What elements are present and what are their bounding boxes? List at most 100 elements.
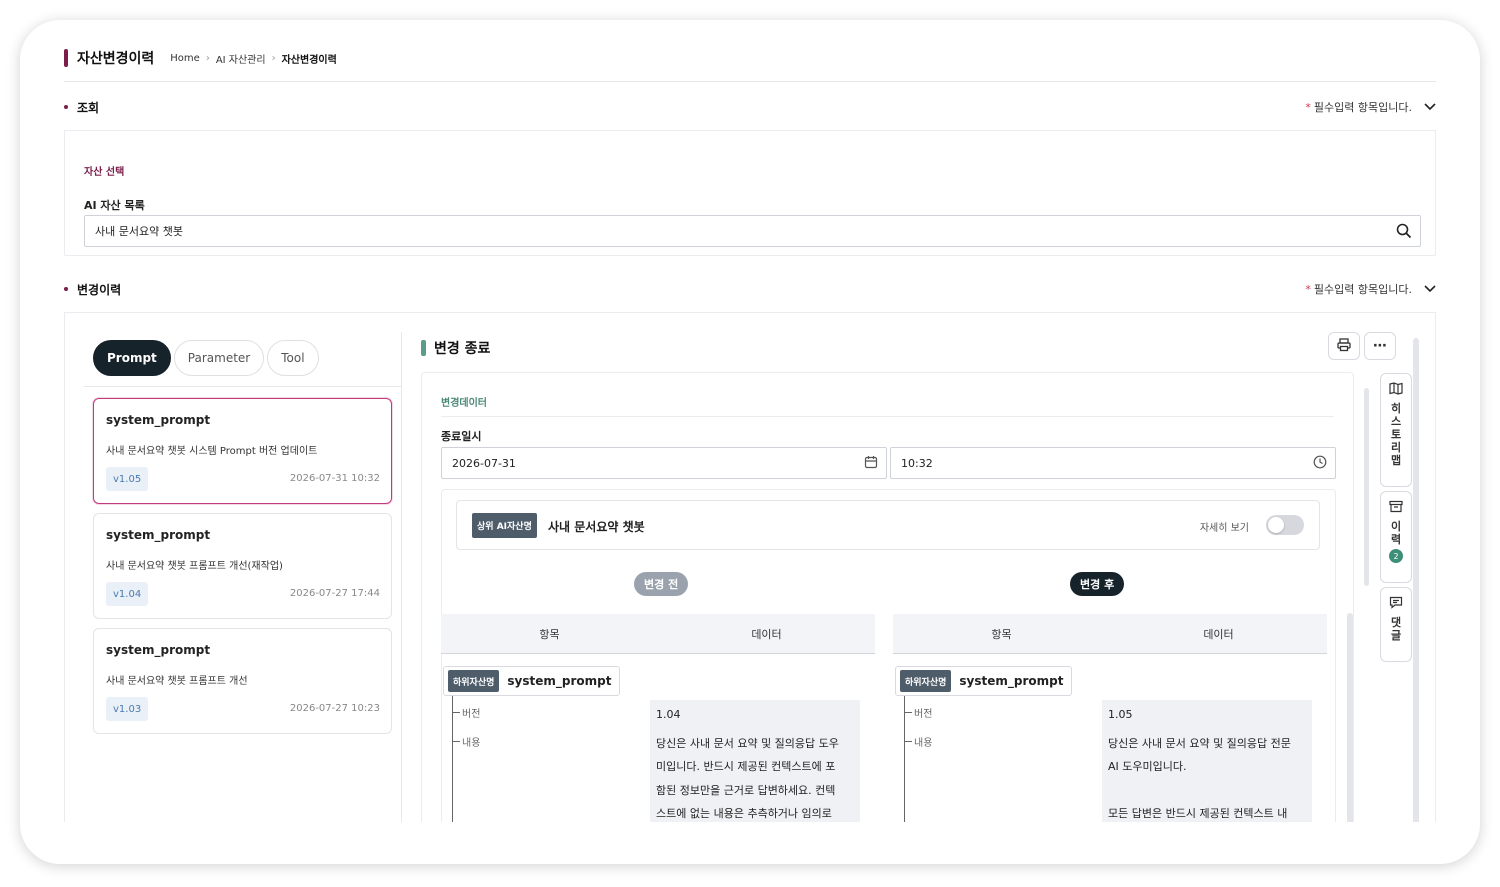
page-title: 자산변경이력: [77, 51, 155, 67]
chevron-down-icon[interactable]: [1424, 283, 1436, 296]
clock-icon[interactable]: [1313, 455, 1327, 472]
tree-line: [904, 696, 905, 822]
printer-icon: [1337, 337, 1351, 355]
card-date: 2026-07-27 17:44: [289, 588, 380, 599]
breadcrumb: Home › AI 자산관리 › 자산변경이력: [170, 51, 337, 66]
side-tab-label: 이 력: [1390, 520, 1402, 546]
header-divider: [64, 81, 1436, 82]
tree-branch: [904, 712, 912, 713]
map-icon: [1389, 382, 1403, 398]
history-card[interactable]: system_prompt 사내 문서요약 챗봇 프롬프트 개선(재작업) v1…: [93, 513, 392, 619]
before-content-line: 함된 정보만을 근거로 답변하세요. 컨텍: [656, 784, 836, 797]
calendar-icon[interactable]: [864, 455, 878, 472]
after-version: 1.05: [1108, 708, 1133, 721]
side-tab-history[interactable]: 이 력 2: [1380, 491, 1412, 583]
chevron-right-icon: ›: [205, 52, 210, 64]
after-child-asset: 하위자산명 system_prompt: [895, 666, 1073, 696]
detail-toggle-label: 자세히 보기: [1199, 523, 1249, 534]
app-frame: 자산변경이력 Home › AI 자산관리 › 자산변경이력 조회 * 필수입력…: [20, 20, 1480, 864]
archive-icon: [1389, 500, 1403, 516]
tab-tool[interactable]: Tool: [267, 340, 319, 376]
child-asset-tag: 하위자산명: [448, 670, 500, 692]
parent-asset-tag: 상위 AI자산명: [472, 513, 537, 538]
section-dot: [64, 287, 68, 291]
ai-asset-list-label: AI 자산 목록: [84, 199, 145, 212]
change-data-box: 변경데이터 종료일시 2026-07-31 10:32 상위 AI자산명 사내 …: [421, 372, 1354, 822]
card-date: 2026-07-31 10:32: [289, 473, 380, 484]
history-card[interactable]: system_prompt 사내 문서요약 챗봇 시스템 Prompt 버전 업…: [93, 398, 392, 504]
before-child-asset: 하위자산명 system_prompt: [443, 666, 621, 696]
tree-branch: [452, 712, 460, 713]
panel-scrollbar[interactable]: [1364, 388, 1369, 586]
table-scrollbar[interactable]: [1347, 613, 1353, 822]
child-asset-tag: 하위자산명: [900, 670, 952, 692]
asset-search-input[interactable]: 사내 문서요약 챗봇: [84, 215, 1421, 247]
history-count-badge: 2: [1389, 549, 1403, 563]
detail-header: 변경 종료: [421, 338, 490, 358]
required-note: * 필수입력 항목입니다.: [1305, 281, 1436, 297]
print-button[interactable]: [1328, 332, 1360, 360]
card-date: 2026-07-27 10:23: [289, 703, 380, 714]
before-version: 1.04: [656, 708, 681, 721]
detail-toggle[interactable]: [1266, 515, 1304, 535]
end-time-input[interactable]: 10:32: [890, 447, 1336, 479]
version-badge: v1.04: [106, 582, 149, 606]
before-table-header: 항목 데이터: [441, 614, 875, 654]
side-tab-comment[interactable]: 댓 글: [1380, 587, 1412, 662]
tab-prompt[interactable]: Prompt: [93, 340, 171, 376]
page-header: 자산변경이력 Home › AI 자산관리 › 자산변경이력: [64, 48, 337, 68]
detail-title: 변경 종료: [434, 341, 491, 357]
title-accent-bar: [64, 49, 68, 67]
comment-icon: [1389, 596, 1403, 612]
page-scrollbar[interactable]: [1413, 338, 1419, 822]
end-date-input[interactable]: 2026-07-31: [441, 447, 887, 479]
search-section-header: 조회 * 필수입력 항목입니다.: [64, 99, 1436, 115]
tree-branch: [904, 741, 912, 742]
version-row-label: 버전: [462, 709, 481, 720]
toggle-knob: [1268, 517, 1284, 533]
tab-parameter[interactable]: Parameter: [173, 340, 265, 376]
history-card[interactable]: system_prompt 사내 문서요약 챗봇 프롬프트 개선 v1.03 2…: [93, 628, 392, 734]
tree-branch: [452, 741, 460, 742]
breadcrumb-ai-asset[interactable]: AI 자산관리: [216, 51, 266, 66]
after-pill: 변경 후: [1070, 572, 1125, 596]
content-row-label: 내용: [914, 738, 933, 749]
before-content-line: 당신은 사내 문서 요약 및 질의응답 도우: [656, 737, 839, 750]
side-tab-label: 히 스 토 리 맵: [1390, 402, 1402, 467]
divider: [441, 416, 1334, 417]
after-content-line: 모든 답변은 반드시 제공된 컨텍스트 내: [1108, 807, 1288, 820]
before-pill: 변경 전: [634, 572, 689, 596]
search-section-title: 조회: [77, 100, 100, 115]
chevron-down-icon[interactable]: [1424, 101, 1436, 114]
history-section-header: 변경이력 * 필수입력 항목입니다.: [64, 281, 1436, 297]
chevron-right-icon: ›: [271, 52, 276, 64]
more-icon: ⋯: [1373, 338, 1387, 354]
before-content-line: 스트에 없는 내용은 추측하거나 임의로: [656, 807, 832, 820]
search-icon[interactable]: [1396, 223, 1412, 242]
version-badge: v1.03: [106, 697, 149, 721]
breadcrumb-current: 자산변경이력: [281, 54, 337, 66]
tree-line: [452, 696, 453, 822]
panel-divider: [401, 332, 402, 822]
section-dot: [64, 105, 68, 109]
side-tab-label: 댓 글: [1390, 616, 1402, 642]
before-content-line: 미입니다. 반드시 제공된 컨텍스트에 포: [656, 760, 836, 773]
parent-asset-name: 사내 문서요약 챗봇: [548, 520, 645, 534]
asset-select-label: 자산 선택: [84, 167, 125, 178]
tabs-divider: [84, 386, 401, 387]
search-box: 자산 선택 AI 자산 목록 사내 문서요약 챗봇: [64, 130, 1436, 256]
history-section-title: 변경이력: [77, 282, 122, 297]
after-content-line: 당신은 사내 문서 요약 및 질의응답 전문: [1108, 737, 1291, 750]
content-row-label: 내용: [462, 738, 481, 749]
change-data-label: 변경데이터: [441, 398, 487, 409]
page-content: 자산변경이력 Home › AI 자산관리 › 자산변경이력 조회 * 필수입력…: [20, 20, 1480, 822]
version-row-label: 버전: [914, 709, 933, 720]
more-button[interactable]: ⋯: [1364, 332, 1396, 360]
required-note: * 필수입력 항목입니다.: [1305, 99, 1436, 115]
parent-asset-row: 상위 AI자산명 사내 문서요약 챗봇 자세히 보기: [456, 500, 1320, 550]
side-tab-history-map[interactable]: 히 스 토 리 맵: [1380, 373, 1412, 487]
history-tabs: Prompt Parameter Tool: [93, 340, 319, 376]
title-accent-bar: [421, 340, 426, 356]
breadcrumb-home[interactable]: Home: [170, 53, 200, 64]
after-table-header: 항목 데이터: [893, 614, 1327, 654]
